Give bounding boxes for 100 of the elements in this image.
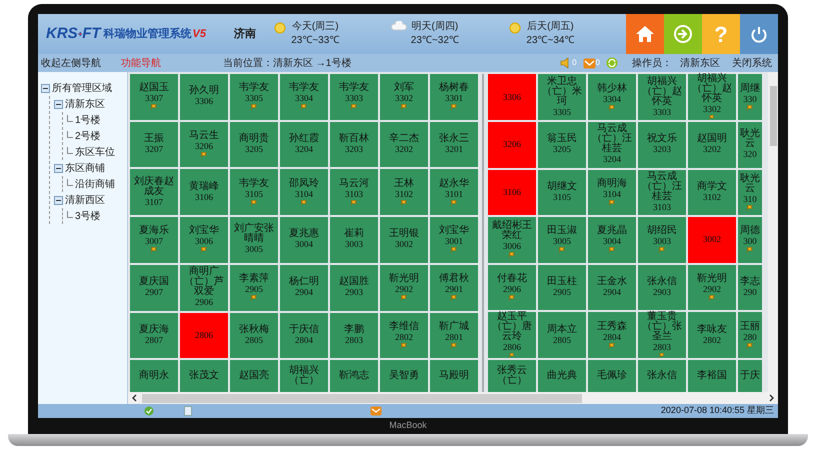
room-tile[interactable]: 刘军 3302 <box>380 74 428 120</box>
room-tile[interactable]: 李鹏 2803 <box>330 312 378 358</box>
room-tile[interactable]: 胡福兴（亡） <box>280 360 328 392</box>
room-tile[interactable]: 商明广（亡）芦双爱 2906 <box>180 264 228 311</box>
room-tile[interactable]: 杨仁明 2904 <box>280 264 328 311</box>
vertical-scrollbar[interactable] <box>768 72 778 392</box>
room-tile[interactable]: 王林 3102 <box>380 169 428 216</box>
scrollbar-thumb[interactable] <box>142 394 582 402</box>
room-tile[interactable]: 赵国玉 3307 <box>130 74 178 120</box>
close-system-link[interactable]: 关闭系统 <box>732 56 772 70</box>
room-tile[interactable]: 孙红霞 3204 <box>280 122 328 168</box>
room-tile[interactable]: 夏兆晶 3004 <box>588 217 636 263</box>
room-tile[interactable]: 韦学友 3303 <box>330 74 378 120</box>
tree-item[interactable]: 所有管理区域 <box>52 80 112 96</box>
tree-item[interactable]: 东区车位 <box>75 144 115 160</box>
room-tile[interactable]: 商明贵 3205 <box>230 122 278 168</box>
tree-item[interactable]: 清新东区 <box>65 96 105 112</box>
room-tile[interactable]: 马云河 3103 <box>330 169 378 216</box>
room-tile[interactable]: 周德 300 <box>738 217 762 263</box>
room-tile[interactable]: 张永信 <box>638 360 686 392</box>
check-circle-icon[interactable] <box>144 406 154 416</box>
tree-item[interactable]: 清新西区 <box>65 192 105 208</box>
room-tile[interactable]: 张秀云（亡） <box>488 360 536 392</box>
room-tile[interactable]: 夏庆海 2807 <box>130 312 178 358</box>
refresh-icon[interactable] <box>606 57 618 69</box>
room-tile[interactable]: 周本立 2805 <box>538 312 586 358</box>
room-tile[interactable]: 3206 <box>488 122 536 168</box>
room-tile[interactable]: 胡福兴（亡）赵怀英 3303 <box>638 74 686 120</box>
room-tile[interactable]: 赵永华 3101 <box>430 169 478 216</box>
room-tile[interactable]: 赵玉平（亡）唐云玲 2806 <box>488 312 536 358</box>
room-tile[interactable]: 胡绍民 3003 <box>638 217 686 263</box>
document-icon[interactable] <box>184 406 192 416</box>
room-tile[interactable]: 靳光明 2902 <box>688 264 736 310</box>
login-button[interactable] <box>664 14 702 54</box>
tree-item[interactable]: 沿街商铺 <box>75 176 115 192</box>
horizontal-scrollbar[interactable] <box>128 392 778 404</box>
room-tile[interactable]: 李裕国 <box>688 360 736 392</box>
room-tile[interactable]: 耿光云 310 <box>738 170 762 216</box>
room-tile[interactable]: 李维信 2802 <box>380 312 428 358</box>
scrollbar-thumb[interactable] <box>770 86 776 146</box>
room-tile[interactable]: 李素萍 2905 <box>230 264 278 311</box>
room-tile[interactable]: 田玉柱 2905 <box>538 264 586 310</box>
room-tile[interactable]: 靳鸿志 <box>330 360 378 392</box>
room-tile[interactable]: 耿光云 320 <box>738 122 762 168</box>
room-tile[interactable]: 刘宝华 3001 <box>430 217 478 263</box>
room-tile[interactable]: 夏海乐 3007 <box>130 217 178 263</box>
room-tile[interactable]: 3002 <box>688 217 736 263</box>
room-tile[interactable]: 邵凤玲 3104 <box>280 169 328 216</box>
tree-item[interactable]: 东区商铺 <box>65 160 105 176</box>
room-tile[interactable]: 辛二杰 3202 <box>380 122 428 168</box>
room-tile[interactable]: 李咏友 2802 <box>688 312 736 358</box>
room-tile[interactable]: 靳百林 3203 <box>330 122 378 168</box>
room-tile[interactable]: 于庆 <box>738 360 762 392</box>
room-tile[interactable]: 夏庆国 2907 <box>130 264 178 311</box>
room-tile[interactable]: 靳广城 2801 <box>430 312 478 358</box>
tree-item[interactable]: 3号楼 <box>75 208 101 224</box>
room-tile[interactable]: 崔莉 3003 <box>330 217 378 263</box>
room-tile[interactable]: 王丽 280 <box>738 312 762 358</box>
room-tile[interactable]: 韦学友 3305 <box>230 74 278 120</box>
collapse-icon[interactable] <box>41 84 50 92</box>
room-tile[interactable]: 3306 <box>488 74 536 120</box>
tree-item[interactable]: 2号楼 <box>75 128 101 144</box>
room-tile[interactable]: 王振 3207 <box>130 122 178 168</box>
room-tile[interactable]: 刘庆春赵成友 3107 <box>130 169 178 216</box>
room-tile[interactable]: 祝文乐 3203 <box>638 122 686 168</box>
collapse-nav-link[interactable]: 收起左侧导航 <box>41 56 101 70</box>
room-tile[interactable]: 王明银 3002 <box>380 217 428 263</box>
room-tile[interactable]: 张秋梅 2805 <box>230 312 278 358</box>
room-tile[interactable]: 傅君秋 2901 <box>430 264 478 311</box>
room-tile[interactable]: 黄瑞峰 3106 <box>180 169 228 216</box>
tree-item[interactable]: 1号楼 <box>75 112 101 128</box>
collapse-icon[interactable] <box>54 100 63 108</box>
room-tile[interactable]: 刘宝华 3006 <box>180 217 228 263</box>
room-tile[interactable]: 马云生 3206 <box>180 122 228 168</box>
room-tile[interactable]: 杨树春 3301 <box>430 74 478 120</box>
room-tile[interactable]: 李志 290 <box>738 264 762 310</box>
room-tile[interactable]: 商明永 <box>130 360 178 392</box>
room-tile[interactable]: 2806 <box>180 312 228 358</box>
mail-icon[interactable] <box>582 58 596 69</box>
room-tile[interactable]: 张永三 3201 <box>430 122 478 168</box>
room-tile[interactable]: 刘广安张晴晴 3005 <box>230 217 278 263</box>
room-tile[interactable]: 韦学友 3304 <box>280 74 328 120</box>
room-tile[interactable]: 韩少林 3304 <box>588 74 636 120</box>
room-tile[interactable]: 商学文 3102 <box>688 170 736 216</box>
room-tile[interactable]: 戴绍彬王荣红 3006 <box>488 217 536 263</box>
room-tile[interactable]: 付春花 2906 <box>488 264 536 310</box>
room-tile[interactable]: 曲光典 <box>538 360 586 392</box>
room-tile[interactable]: 赵国胜 2903 <box>330 264 378 311</box>
room-tile[interactable]: 田玉淑 3005 <box>538 217 586 263</box>
room-tile[interactable]: 董玉贵（亡）张圣兰 2803 <box>638 312 686 358</box>
room-tile[interactable]: 王秀森 2804 <box>588 312 636 358</box>
room-tile[interactable]: 张永信 2903 <box>638 264 686 310</box>
room-tile[interactable]: 毛佩珍 <box>588 360 636 392</box>
room-tile[interactable]: 马云成（亡）汪桂芸 3204 <box>588 122 636 168</box>
room-tile[interactable]: 夏兆惠 3004 <box>280 217 328 263</box>
function-nav-link[interactable]: 功能导航 <box>121 56 161 70</box>
room-tile[interactable]: 赵国亮 <box>230 360 278 392</box>
room-tile[interactable]: 王金水 2904 <box>588 264 636 310</box>
room-tile[interactable]: 商明海 3104 <box>588 170 636 216</box>
room-tile[interactable]: 于庆信 2804 <box>280 312 328 358</box>
